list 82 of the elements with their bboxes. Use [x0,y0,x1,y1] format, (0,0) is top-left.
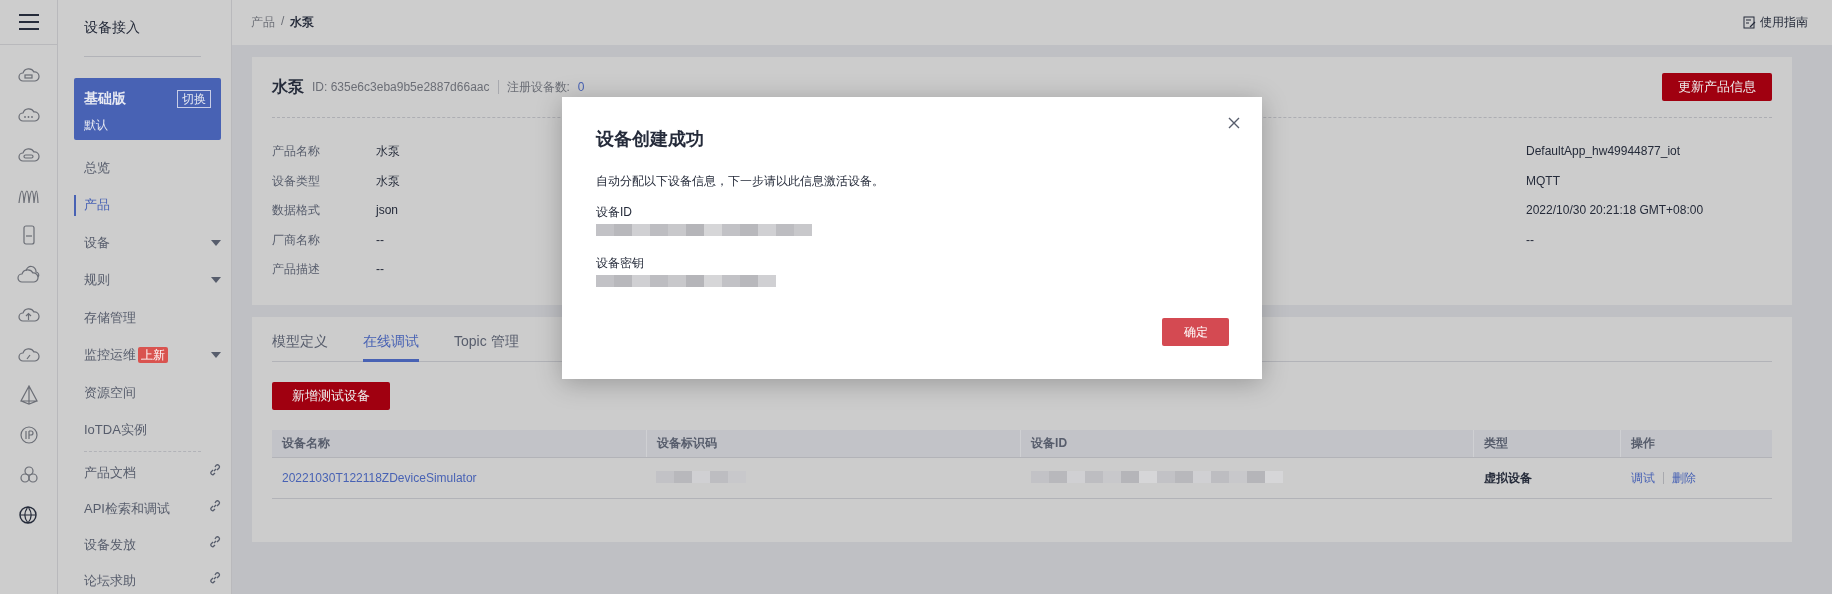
nav-link[interactable]: 论坛求助 [74,562,221,594]
field-value: json [376,203,398,218]
action-link[interactable]: 调试 [1631,469,1655,487]
nav-item[interactable]: 设备 [74,224,221,262]
field-value: -- [1526,232,1534,247]
tab[interactable]: Topic 管理 [454,333,519,362]
field-value: -- [376,262,384,277]
nav-item[interactable]: 存储管理 [74,299,221,337]
nav-link[interactable]: 产品文档 [74,454,221,490]
nav-item[interactable]: 产品 [74,186,221,224]
column-header: 设备名称 [272,430,647,458]
nav-label: 设备 [84,233,110,252]
nav-label: 资源空间 [84,383,136,402]
field-value: 水泵 [376,173,400,188]
nav-item[interactable]: 规则 [74,261,221,299]
guide-link[interactable]: 使用指南 [1760,14,1808,31]
field-value: 2022/10/30 20:21:18 GMT+08:00 [1526,203,1704,218]
field-label: 厂商名称 [272,232,320,247]
cloud-icon[interactable] [16,345,41,365]
breadcrumb-separator: / [281,14,285,30]
nav-label: 规则 [84,271,110,290]
nav-label: 监控运维 [84,346,136,365]
caret-icon [211,239,221,246]
dialog-message: 自动分配以下设备信息，下一步请以此信息激活设备。 [596,173,884,190]
instance-name: 默认 [84,117,109,134]
product-name: 水泵 [272,76,304,97]
breadcrumb-current: 水泵 [290,14,315,31]
close-icon[interactable] [1228,117,1240,129]
nav-item[interactable]: 资源空间 [74,374,221,412]
field-label: 设备ID [596,204,633,221]
nav-label: IoTDA实例 [84,421,147,440]
tab[interactable]: 在线调试 [363,333,419,362]
add-device-button[interactable]: 新增测试设备 [272,382,390,410]
confirm-button[interactable]: 确定 [1162,318,1229,346]
edition-name: 基础版 [84,90,127,108]
column-header: 设备标识码 [646,430,1021,458]
nav-item[interactable]: IoTDA实例 [74,411,221,449]
link-icon [209,572,221,584]
table-cell: 虚拟设备 [1473,457,1621,499]
cloud-icon[interactable] [16,265,41,285]
column-header: 操作 [1621,430,1772,458]
update-product-button[interactable]: 更新产品信息 [1662,73,1772,101]
note-icon [1743,16,1756,29]
product-id: ID: 635e6c3eba9b5e2887d66aac [312,80,490,94]
column-header: 设备ID [1020,430,1474,458]
new-badge: 上新 [138,347,168,364]
nav-item[interactable]: 监控运维 上新 [74,336,221,374]
link-icon [209,500,221,512]
nav-label: 存储管理 [84,308,136,327]
section-title: 设备接入 [83,18,141,37]
field-value: 水泵 [376,144,400,158]
link-icon [209,536,221,548]
caret-icon [211,277,221,284]
nav-item[interactable]: 总览 [74,149,221,187]
nav-link[interactable]: API检索和调试 [74,490,221,526]
cloud-icon[interactable] [16,145,41,165]
device-count: 0 [577,80,585,94]
caret-icon [211,352,221,359]
action-link[interactable]: 删除 [1672,469,1696,487]
switch-button[interactable]: 切换 [177,90,211,108]
field-label: 设备类型 [272,173,320,188]
tab[interactable]: 模型定义 [272,333,328,362]
cloud-icon[interactable] [16,65,41,85]
field-label: 设备密钥 [596,255,645,272]
field-label: 产品名称 [272,144,320,158]
link-icon [209,464,221,476]
field-value: -- [376,232,384,247]
nav-label: 总览 [84,158,110,177]
nav-label: 产品 [84,196,110,215]
device-link[interactable]: 20221030T122118ZDeviceSimulator [282,471,477,485]
nav-link[interactable]: 设备发放 [74,526,221,562]
cloud-upload-icon[interactable] [16,305,41,325]
breadcrumb-link[interactable]: 产品 [251,14,275,31]
field-label: 数据格式 [272,203,320,218]
field-value: DefaultApp_hw49944877_iot [1526,144,1681,158]
dialog-title: 设备创建成功 [596,128,704,151]
count-label: 注册设备数: [506,78,570,96]
field-value: MQTT [1526,173,1560,188]
field-label: 产品描述 [272,262,320,277]
menu-icon[interactable] [17,13,40,31]
column-header: 类型 [1473,430,1621,458]
cloud-icon[interactable] [16,105,41,125]
